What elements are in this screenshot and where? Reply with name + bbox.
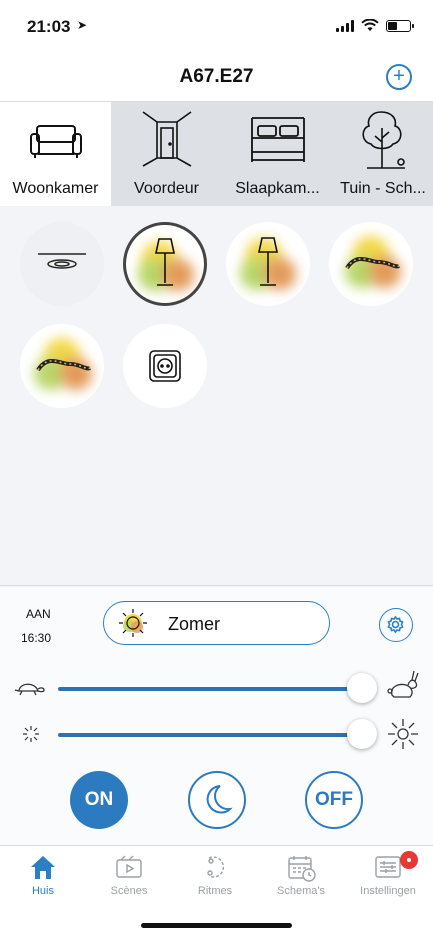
tab-label: Huis [31, 885, 54, 897]
tab-label: Instellingen [360, 885, 416, 897]
light-strip-1[interactable] [329, 222, 413, 306]
page-title: A67.E27 [179, 66, 254, 87]
ceiling-light-icon [38, 253, 86, 269]
status-time: 21:03 [27, 17, 71, 36]
off-button[interactable]: OFF [305, 771, 363, 829]
light-power-socket[interactable] [123, 324, 207, 408]
home-icon [31, 856, 55, 879]
plus-icon: + [393, 65, 405, 87]
status-bar: 21:03 ➤ [0, 0, 433, 54]
status-label: AAN [26, 607, 51, 621]
tab-schemas[interactable]: Schema's [258, 846, 344, 906]
light-floor-lamp-2[interactable] [226, 222, 310, 306]
room-tab-woonkamer[interactable]: Woonkamer [0, 102, 111, 206]
room-tab-tuin[interactable]: Tuin - Sch... [333, 102, 433, 206]
scene-selector[interactable]: Zomer [103, 601, 330, 645]
calendar-icon [288, 856, 316, 882]
turtle-icon [14, 683, 45, 696]
room-label: Woonkamer [12, 180, 99, 197]
tab-huis[interactable]: Huis [0, 846, 86, 906]
gear-icon [387, 615, 404, 634]
rhythm-icon [207, 856, 225, 878]
tab-label: Schema's [277, 885, 325, 897]
night-button[interactable] [188, 771, 246, 829]
tab-label: Ritmes [197, 885, 233, 897]
brightness-slider[interactable] [58, 733, 364, 737]
speed-slider-thumb[interactable] [347, 673, 377, 703]
bed-icon [250, 117, 305, 162]
sun-icon [119, 609, 147, 637]
tab-instellingen[interactable]: Instellingen [345, 846, 431, 906]
door-icon [142, 111, 191, 167]
sofa-icon [29, 125, 82, 158]
light-strip-icon [36, 359, 91, 372]
light-strip-icon [345, 257, 400, 270]
rabbit-icon [387, 670, 419, 698]
status-icons [336, 19, 414, 32]
room-tabs: Woonkamer Voordeur Slaapkam... Tuin - Sc… [0, 102, 433, 206]
battery-icon [386, 19, 414, 32]
location-arrow-icon: ➤ [77, 18, 88, 32]
speed-slider[interactable] [58, 687, 364, 691]
room-label: Tuin - Sch... [340, 180, 426, 197]
add-button[interactable]: + [386, 64, 412, 90]
brightness-high-icon [388, 719, 418, 749]
lights-grid [0, 206, 433, 586]
brightness-low-icon [23, 726, 39, 742]
room-label: Voordeur [134, 180, 199, 197]
light-strip-2[interactable] [20, 324, 104, 408]
moon-icon [206, 785, 233, 814]
tab-scenes[interactable]: Scènes [86, 846, 172, 906]
scene-name: Zomer [168, 614, 221, 634]
brightness-slider-thumb[interactable] [347, 719, 377, 749]
room-label: Slaapkam... [235, 180, 320, 197]
notification-badge [400, 851, 418, 869]
home-indicator [141, 923, 292, 928]
room-tab-slaapkamer[interactable]: Slaapkam... [222, 102, 333, 206]
floor-lamp-icon [155, 238, 175, 286]
status-time-value: 16:30 [21, 631, 52, 645]
light-floor-lamp-1[interactable] [123, 222, 207, 306]
wifi-icon [361, 19, 379, 31]
control-panel: AAN 16:30 Zomer ON OFF [0, 587, 433, 845]
light-ceiling[interactable] [20, 222, 104, 306]
floor-lamp-icon [258, 237, 278, 286]
tab-ritmes[interactable]: Ritmes [172, 846, 258, 906]
settings-list-icon [375, 856, 401, 878]
header: A67.E27 + [0, 54, 433, 102]
signal-icon [336, 19, 354, 32]
power-socket-icon [149, 350, 181, 382]
tab-label: Scènes [110, 885, 148, 897]
scenes-icon [116, 855, 142, 878]
tree-icon [362, 111, 405, 169]
room-tab-voordeur[interactable]: Voordeur [111, 102, 222, 206]
on-button[interactable]: ON [70, 771, 128, 829]
scene-settings-button[interactable] [379, 608, 413, 642]
